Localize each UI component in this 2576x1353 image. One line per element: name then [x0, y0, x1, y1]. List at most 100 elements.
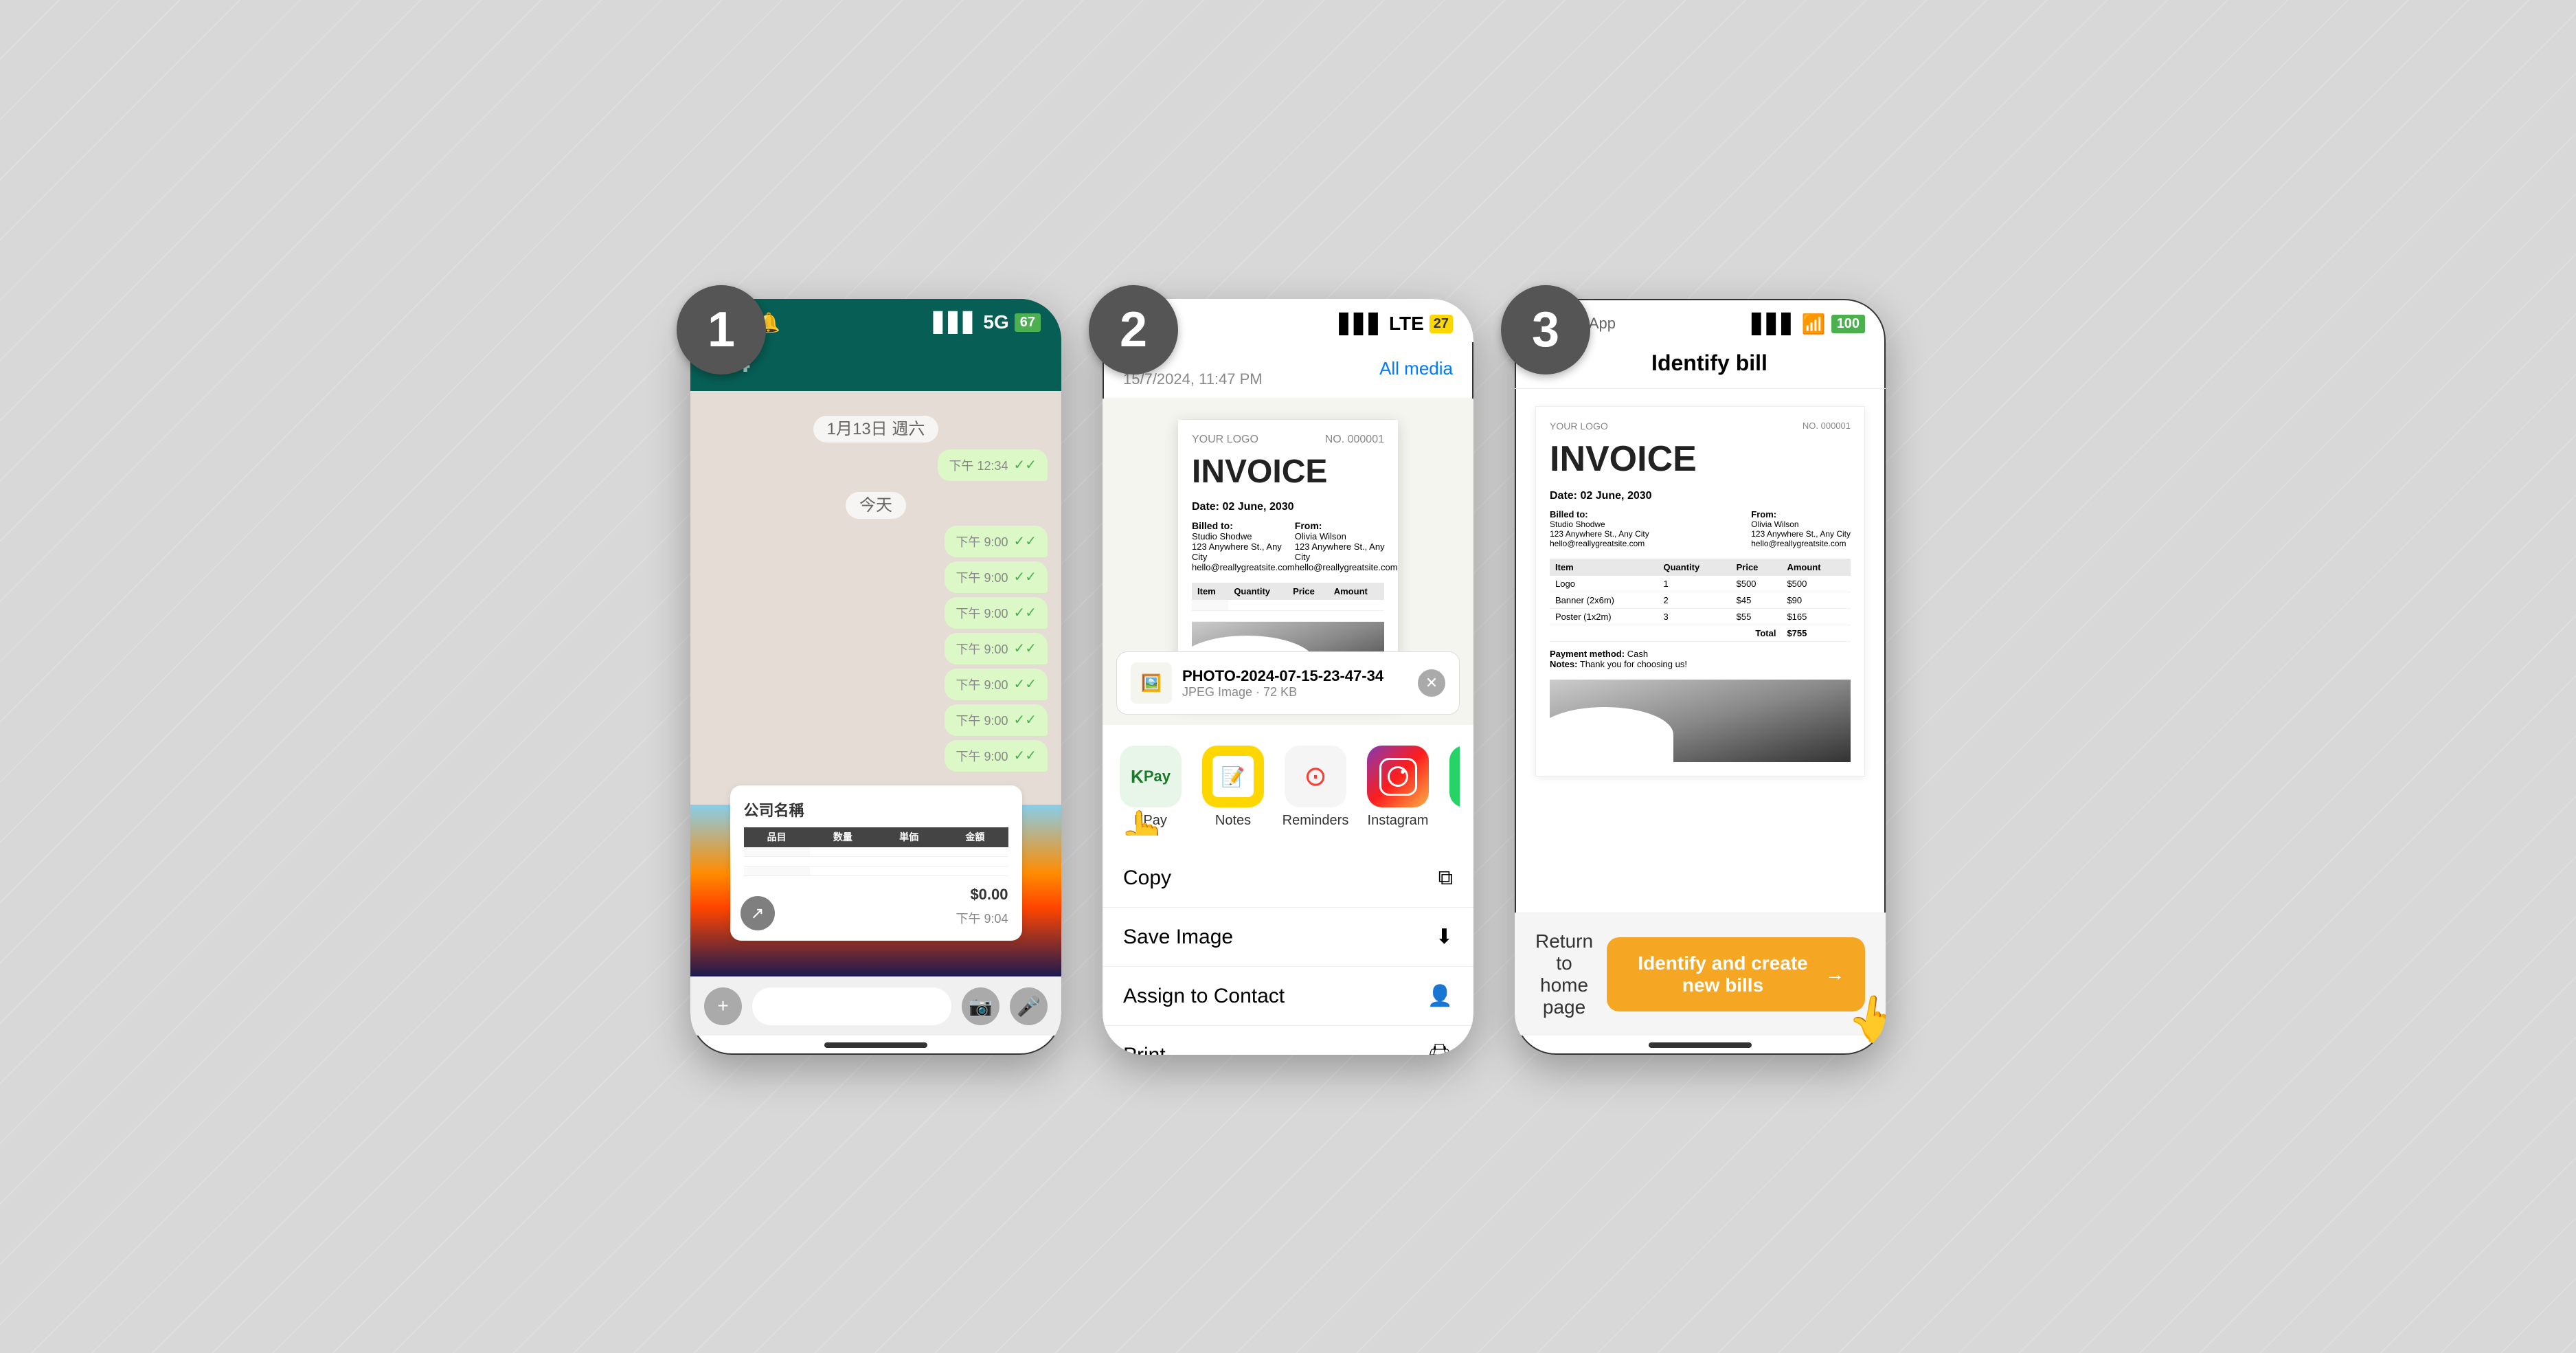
share-app-instagram[interactable]: Instagram [1364, 746, 1432, 829]
action-print[interactable]: Print 🖨 [1103, 1026, 1473, 1055]
battery-indicator: 67 [1015, 313, 1041, 332]
date-label: Date: [1192, 501, 1219, 513]
camera-button[interactable]: 📷 [962, 987, 999, 1025]
message-bubble-2: 下午 9:00 ✓✓ [945, 526, 1048, 557]
checkmark-icon-5: ✓✓ [1013, 640, 1037, 657]
col-price: Price [1287, 583, 1329, 600]
invoice-title-3: INVOICE [1550, 438, 1851, 480]
page-title: Identify bill [1554, 350, 1865, 376]
reminders-label: Reminders [1283, 813, 1349, 829]
billed-to-section: Billed to: Studio Shodwe 123 Anywhere St… [1192, 520, 1295, 572]
instagram-icon [1367, 746, 1429, 807]
signal-icon: ▋▋▋ [934, 311, 978, 334]
checkmark-icon-6: ✓✓ [1013, 675, 1037, 693]
5g-label: 5G [983, 311, 1008, 333]
plus-button[interactable]: + [704, 987, 742, 1025]
checkmark-icon-2: ✓✓ [1013, 533, 1037, 550]
invoice-preview-content: 公司名稱 品目数量単価金額 [744, 799, 1008, 906]
lte-label: LTE [1389, 313, 1424, 335]
table-row: Logo 1 $500 $500 [1550, 576, 1851, 592]
from-name: Olivia Wilson [1295, 531, 1398, 541]
billed-to-name: Studio Shodwe [1192, 531, 1295, 541]
all-media-button[interactable]: All media [1379, 358, 1453, 379]
share-app-notes[interactable]: 📝 Notes [1199, 746, 1267, 829]
message-text-input[interactable] [752, 987, 951, 1025]
billed-to-name-3: Studio Shodwe [1550, 519, 1649, 529]
invoice-table-3: Item Quantity Price Amount Logo 1 $500 [1550, 559, 1851, 642]
notes-icon: 📝 [1202, 746, 1264, 807]
invoice-card[interactable]: 公司名稱 品目数量単価金額 [704, 785, 1048, 941]
invoice-date-row: Date: 02 June, 2030 [1192, 501, 1384, 513]
message-bubble-5: 下午 9:00 ✓✓ [945, 633, 1048, 664]
instagram-label: Instagram [1368, 813, 1429, 829]
invoice-amount: $0.00 [744, 883, 1008, 906]
date-divider-today: 今天 [704, 491, 1048, 515]
whatsapp-icon: 💬 [1449, 746, 1460, 807]
print-icon: 🖨 [1427, 1043, 1453, 1055]
copy-icon: ⧉ [1438, 866, 1453, 890]
table-row: Poster (1x2m) 3 $55 $165 [1550, 608, 1851, 625]
col-item-3: Item [1550, 559, 1658, 576]
action-footer: Return to home page Identify and create … [1515, 913, 1886, 1036]
action-assign-contact[interactable]: Assign to Contact 👤 [1103, 967, 1473, 1026]
message-bubble-8: 下午 9:00 ✓✓ [945, 740, 1048, 772]
step1-wrapper: 1 9:05 🔔 ▋▋▋ 5G 67 ‹ 14 [690, 299, 1061, 1055]
col-item: Item [1192, 583, 1228, 600]
notes-label: Notes [1215, 813, 1251, 829]
from-addr: 123 Anywhere St., Any City [1295, 541, 1398, 562]
lte-badge: 27 [1430, 315, 1453, 333]
file-thumbnail: 🖼️ [1131, 662, 1172, 704]
step2-badge: 2 [1089, 285, 1178, 374]
phone1: 9:05 🔔 ▋▋▋ 5G 67 ‹ 14 [690, 299, 1061, 1055]
from-name-3: Olivia Wilson [1751, 519, 1851, 529]
payment-value: Cash [1627, 649, 1648, 659]
billed-to-addr: 123 Anywhere St., Any City [1192, 541, 1295, 562]
message-bubble-4: 下午 9:00 ✓✓ [945, 597, 1048, 629]
col-price-3: Price [1731, 559, 1782, 576]
signal-icon-3: ▋▋▋ [1752, 313, 1796, 335]
invoice-parties: Billed to: Studio Shodwe 123 Anywhere St… [1192, 520, 1384, 572]
invoice-mini-table: 品目数量単価金額 [744, 827, 1008, 877]
return-home-button[interactable]: Return to home page [1535, 930, 1593, 1018]
billed-to-label: Billed to: [1192, 520, 1295, 531]
message-bubble-6: 下午 9:00 ✓✓ [945, 669, 1048, 700]
invoice-logo-row: YOUR LOGO NO. 000001 [1192, 434, 1384, 446]
invoice-date-3: Date: 02 June, 2030 [1550, 490, 1851, 502]
invoice-no-3: NO. 000001 [1803, 421, 1851, 432]
phone2: 11:47 ▋▋▋ LTE 27 You 15/7/2024, 11:47 PM… [1103, 299, 1473, 1055]
col-amount: Amount [1329, 583, 1384, 600]
total-label: Total [1550, 625, 1781, 641]
file-type-size: JPEG Image · 72 KB [1182, 685, 1408, 700]
billed-to-email: hello@reallygreatsite.com [1192, 562, 1295, 572]
col-amount-3: Amount [1781, 559, 1851, 576]
identify-bills-button[interactable]: Identify and create new bills → [1607, 937, 1865, 1011]
main-container: 1 9:05 🔔 ▋▋▋ 5G 67 ‹ 14 [649, 258, 1927, 1096]
date-value-3: 02 June, 2030 [1580, 490, 1651, 502]
share-app-whatsapp[interactable]: 💬 Wh... [1446, 746, 1460, 829]
share-app-reminders[interactable]: ⊙ Reminders [1281, 746, 1350, 829]
share-apps-row: KPay KPay 👆 📝 Notes [1116, 739, 1460, 836]
invoice-title: INVOICE [1192, 453, 1384, 491]
wifi-icon: 📶 [1802, 313, 1826, 335]
phone3-invoice-doc: YOUR LOGO NO. 000001 INVOICE Date: 02 Ju… [1535, 406, 1865, 776]
action-copy[interactable]: Copy ⧉ [1103, 849, 1473, 908]
invoice-company-name: 公司名稱 [744, 799, 1008, 822]
step3-badge: 3 [1501, 285, 1590, 374]
date-label-3: Date: [1550, 490, 1577, 502]
mic-button[interactable]: 🎤 [1010, 987, 1048, 1025]
assign-contact-label: Assign to Contact [1123, 985, 1285, 1008]
step1-badge: 1 [677, 285, 766, 374]
total-value: $755 [1781, 625, 1851, 641]
hand-cursor-icon: 👆 [1120, 808, 1166, 836]
kpay-icon: KPay [1120, 746, 1182, 807]
step3-wrapper: 3 :30 atsApp ▋▋▋ 📶 100 ‹ Identify bill [1515, 299, 1886, 1055]
file-info-bar: 🖼️ PHOTO-2024-07-15-23-47-34 JPEG Image … [1116, 651, 1460, 715]
action-save-image[interactable]: Save Image ⬇ [1103, 908, 1473, 967]
home-indicator [824, 1042, 927, 1048]
print-label: Print [1123, 1044, 1166, 1055]
message-bubble-1: 下午 12:34 ✓✓ [938, 449, 1048, 481]
billed-to-3: Billed to: Studio Shodwe 123 Anywhere St… [1550, 509, 1649, 548]
share-button[interactable]: ↗ [741, 896, 775, 930]
share-actions-list: Copy ⧉ Save Image ⬇ Assign to Contact 👤 … [1103, 849, 1473, 1055]
close-button[interactable]: ✕ [1418, 669, 1445, 697]
